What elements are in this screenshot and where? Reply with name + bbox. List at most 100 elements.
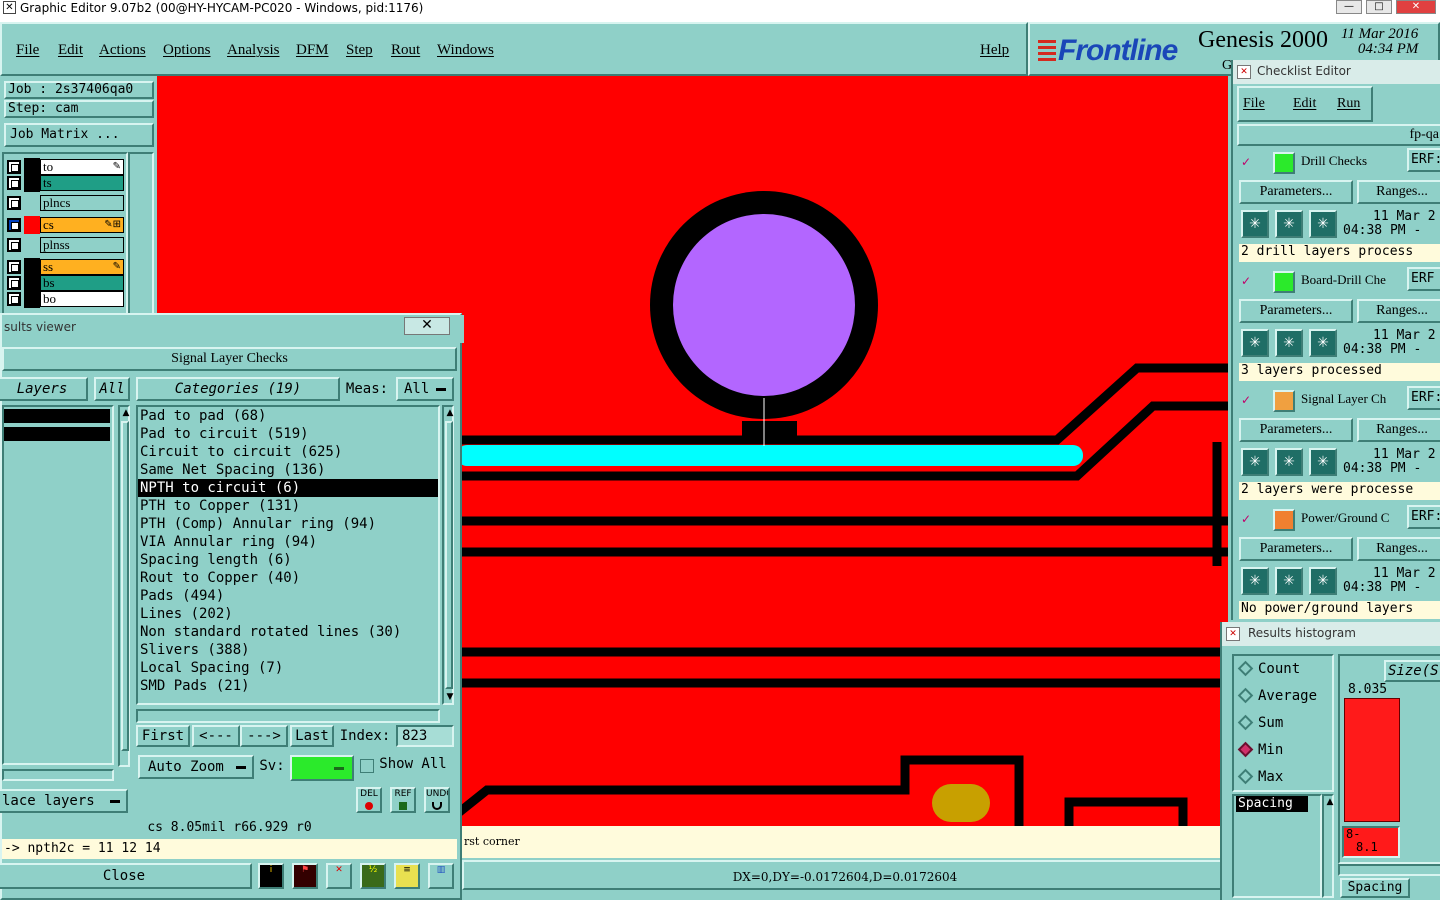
parameters-button[interactable]: Parameters... — [1239, 180, 1353, 204]
layer-name[interactable]: ss ✎ — [40, 259, 124, 275]
categories-hscroll[interactable] — [136, 709, 440, 723]
run-erf-icon[interactable]: ✳ — [1275, 210, 1303, 238]
category-item[interactable]: Slivers (388) — [138, 641, 438, 659]
layer-checkbox[interactable] — [7, 176, 21, 190]
check-name[interactable]: Power/Ground C — [1301, 510, 1405, 526]
layer-checkbox[interactable] — [7, 196, 21, 210]
run-all-icon[interactable]: ✳ — [1309, 448, 1337, 476]
show-all-checkbox[interactable] — [360, 759, 374, 773]
histogram-list[interactable]: Spacing — [1232, 794, 1322, 898]
close-button[interactable]: Close — [0, 863, 252, 889]
checklist-menu-edit[interactable]: Edit — [1293, 96, 1316, 112]
sv-color-select[interactable] — [290, 755, 354, 781]
categories-vscroll[interactable]: ▲ ▼ — [442, 405, 454, 705]
layers-hscroll[interactable] — [2, 769, 114, 781]
layer-row-ts[interactable]: ts — [6, 174, 126, 192]
ref-icon[interactable]: REF — [390, 787, 416, 813]
auto-zoom-select[interactable]: Auto Zoom — [138, 755, 254, 779]
category-item[interactable]: Lines (202) — [138, 605, 438, 623]
spacing-select[interactable]: Spacing — [1340, 878, 1410, 898]
scroll-up-icon[interactable]: ▲ — [1324, 796, 1336, 808]
erf-button[interactable]: ERF: — [1407, 386, 1440, 410]
category-item[interactable]: PTH to Copper (131) — [138, 497, 438, 515]
histogram-option-sum[interactable]: Sum — [1237, 714, 1283, 731]
layer-color-swatch[interactable] — [24, 174, 40, 192]
menu-windows[interactable]: Windows — [437, 42, 494, 59]
run-erf-icon[interactable]: ✳ — [1275, 329, 1303, 357]
size-select[interactable]: Size(S — [1384, 660, 1440, 682]
histogram-option-count[interactable]: Count — [1237, 660, 1300, 677]
layers-all-button[interactable]: All — [94, 377, 130, 401]
place-layers-select[interactable]: lace layers — [0, 789, 128, 813]
ranges-button[interactable]: Ranges... — [1357, 537, 1440, 561]
layer-row-bo[interactable]: bo — [6, 290, 126, 308]
histogram-option-average[interactable]: Average — [1237, 687, 1317, 704]
layer-name[interactable]: plnss — [40, 237, 124, 253]
erf-button[interactable]: ERF: — [1407, 148, 1440, 172]
histogram-tool-icon[interactable]: ▥ — [428, 863, 454, 889]
info-tool-icon[interactable]: i — [258, 863, 284, 889]
layer-color-swatch[interactable] — [24, 290, 40, 308]
layer-checkbox[interactable] — [7, 238, 21, 252]
scroll-down-icon[interactable]: ▼ — [444, 691, 456, 703]
layers-vscroll[interactable]: ▲ — [118, 405, 130, 767]
index-field[interactable]: 823 — [396, 725, 454, 747]
erf-button[interactable]: ERF: — [1407, 505, 1440, 529]
layer-name[interactable]: to ✎ — [40, 159, 124, 175]
categories-list[interactable]: Pad to pad (68) Pad to circuit (519) Circu… — [136, 405, 440, 705]
scroll-up-icon[interactable]: ▲ — [120, 407, 132, 419]
layer-name[interactable]: bs — [40, 275, 124, 291]
menu-help[interactable]: Help — [980, 42, 1009, 59]
check-name[interactable]: Drill Checks — [1301, 153, 1405, 169]
layer-entry[interactable] — [4, 427, 110, 441]
layer-row-cs[interactable]: cs ✎⊞ — [6, 216, 126, 234]
category-item[interactable]: Local Spacing (7) — [138, 659, 438, 677]
run-all-icon[interactable]: ✳ — [1309, 329, 1337, 357]
erf-button[interactable]: ERF — [1407, 267, 1440, 291]
prev-button[interactable]: <--- — [192, 725, 240, 747]
del-icon[interactable]: DEL — [356, 787, 382, 813]
check-enabled-icon[interactable]: ✓ — [1241, 156, 1255, 170]
job-matrix-button[interactable]: Job Matrix ... — [4, 123, 154, 147]
histogram-hscroll[interactable] — [1338, 864, 1440, 876]
flag-tool-icon[interactable]: ⚑ — [292, 863, 318, 889]
run-all-icon[interactable]: ✳ — [1309, 567, 1337, 595]
check-enabled-icon[interactable]: ✓ — [1241, 513, 1255, 527]
check-name[interactable]: Signal Layer Ch — [1301, 391, 1405, 407]
layer-name[interactable]: cs ✎⊞ — [40, 217, 124, 233]
category-item[interactable]: Same Net Spacing (136) — [138, 461, 438, 479]
results-close-icon[interactable]: ✕ — [404, 317, 450, 335]
menu-dfm[interactable]: DFM — [296, 42, 329, 59]
next-button[interactable]: ---> — [240, 725, 288, 747]
category-item[interactable]: VIA Annular ring (94) — [138, 533, 438, 551]
minimize-button[interactable]: — — [1336, 0, 1362, 14]
scroll-thumb[interactable] — [121, 421, 129, 751]
ranges-button[interactable]: Ranges... — [1357, 299, 1440, 323]
layer-row-plnss[interactable]: plnss — [6, 236, 126, 254]
first-button[interactable]: First — [136, 725, 190, 747]
layer-checkbox[interactable] — [7, 276, 21, 290]
category-item[interactable]: PTH (Comp) Annular ring (94) — [138, 515, 438, 533]
category-item[interactable]: NPTH to circuit (6) — [138, 479, 438, 497]
category-item[interactable]: Pads (494) — [138, 587, 438, 605]
layer-color-swatch[interactable] — [24, 194, 40, 212]
category-item[interactable]: Rout to Copper (40) — [138, 569, 438, 587]
scroll-thumb[interactable] — [445, 421, 453, 689]
layers-list[interactable] — [2, 405, 114, 765]
categories-button[interactable]: Categories (19) — [136, 377, 340, 401]
last-button[interactable]: Last — [290, 725, 334, 747]
spacing-item[interactable]: Spacing — [1236, 796, 1308, 812]
histogram-option-max[interactable]: Max — [1237, 768, 1283, 785]
run-erf-icon[interactable]: ✳ — [1275, 448, 1303, 476]
layer-checkbox[interactable] — [7, 260, 21, 274]
category-item[interactable]: Pad to pad (68) — [138, 407, 438, 425]
run-check-icon[interactable]: ✳ — [1241, 329, 1269, 357]
parameters-button[interactable]: Parameters... — [1239, 537, 1353, 561]
check-name[interactable]: Board-Drill Che — [1301, 272, 1405, 288]
command-line[interactable]: -> npth2c = 11 12 14 — [2, 839, 457, 859]
category-item[interactable]: Spacing length (6) — [138, 551, 438, 569]
scroll-up-icon[interactable]: ▲ — [444, 407, 456, 419]
category-item[interactable]: SMD Pads (21) — [138, 677, 438, 695]
parameters-button[interactable]: Parameters... — [1239, 418, 1353, 442]
layer-row-plncs[interactable]: plncs — [6, 194, 126, 212]
